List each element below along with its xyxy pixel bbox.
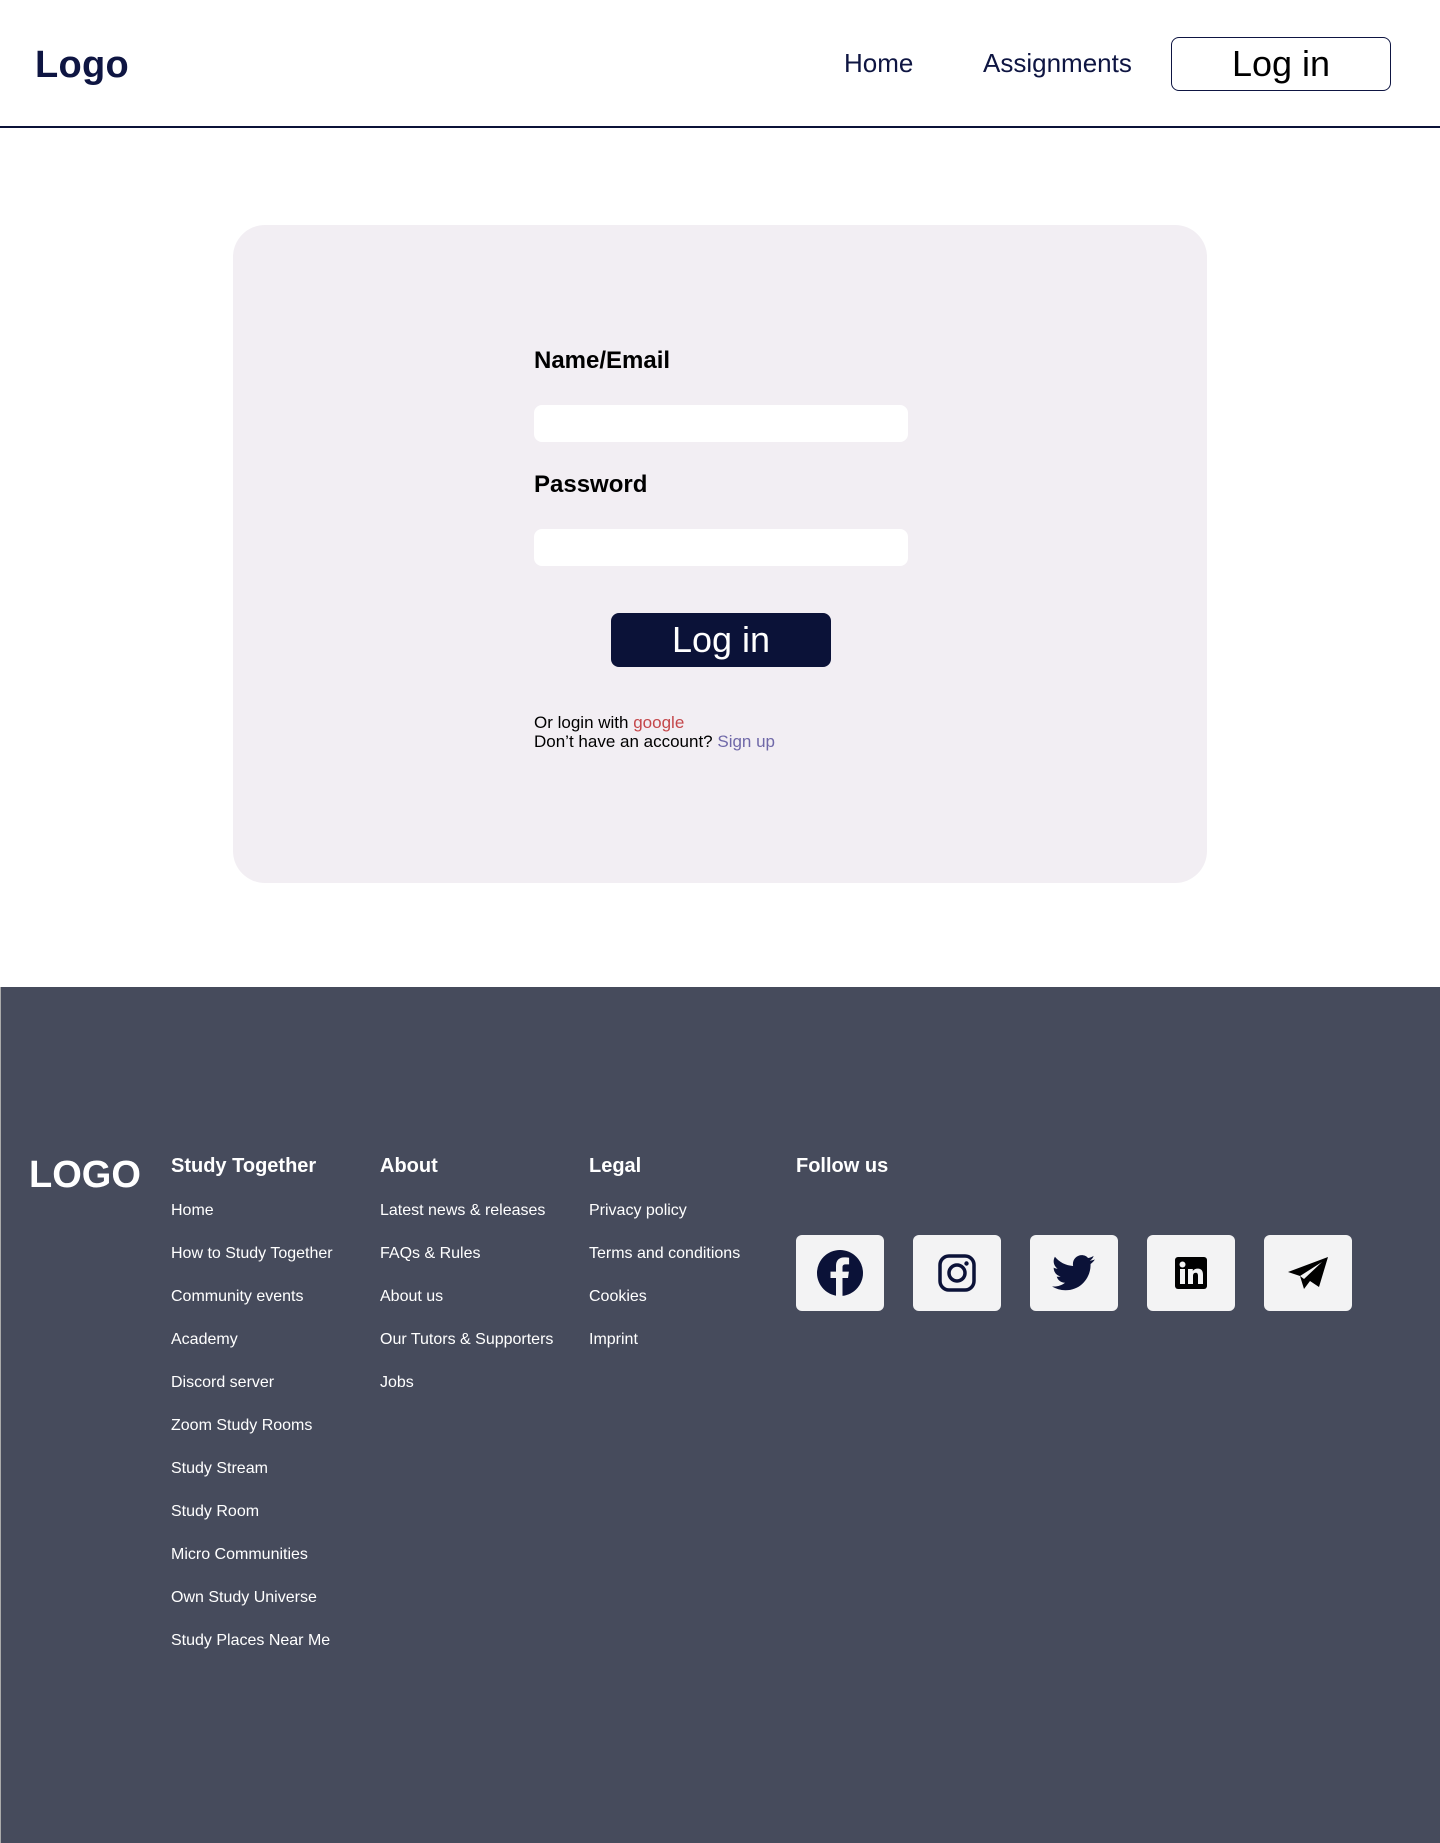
- linkedin-icon: [1175, 1257, 1207, 1289]
- footer-link[interactable]: Privacy policy: [589, 1201, 740, 1244]
- footer-column-title: Study Together: [171, 1155, 317, 1177]
- social-links: [796, 1235, 1352, 1311]
- signup-line: Don’t have an account? Sign up: [534, 732, 775, 751]
- footer-link[interactable]: Discord server: [171, 1373, 333, 1416]
- footer-link[interactable]: Our Tutors & Supporters: [380, 1330, 553, 1373]
- signup-prefix: Don’t have an account?: [534, 732, 713, 751]
- facebook-icon: [817, 1250, 863, 1297]
- google-login-line: Or login with google: [534, 713, 775, 732]
- footer-link[interactable]: Study Places Near Me: [171, 1631, 333, 1674]
- footer-link[interactable]: Own Study Universe: [171, 1588, 333, 1631]
- alternative-login-text: Or login with google Don’t have an accou…: [534, 713, 775, 751]
- instagram-icon: [938, 1254, 976, 1292]
- footer-link[interactable]: Jobs: [380, 1373, 553, 1416]
- footer-link[interactable]: Terms and conditions: [589, 1244, 740, 1287]
- header-logo[interactable]: Logo: [35, 44, 129, 87]
- footer-column-title: Legal: [589, 1155, 642, 1177]
- google-login-prefix: Or login with: [534, 713, 629, 732]
- header-login-button[interactable]: Log in: [1171, 37, 1391, 91]
- footer-link[interactable]: Zoom Study Rooms: [171, 1416, 333, 1459]
- footer-link[interactable]: About us: [380, 1287, 553, 1330]
- footer-link[interactable]: Home: [171, 1201, 333, 1244]
- password-input[interactable]: [534, 529, 908, 566]
- footer-column-follow: Follow us: [796, 1155, 888, 1201]
- telegram-button[interactable]: [1264, 1235, 1352, 1311]
- footer-column-study-together: Study Together Home How to Study Togethe…: [171, 1155, 333, 1674]
- site-header: Logo Home Assignments Log in: [0, 0, 1440, 128]
- telegram-icon: [1288, 1257, 1328, 1289]
- linkedin-button[interactable]: [1147, 1235, 1235, 1311]
- footer-column-legal: Legal Privacy policy Terms and condition…: [589, 1155, 740, 1373]
- footer-logo: LOGO: [29, 1154, 141, 1196]
- footer-column-about: About Latest news & releases FAQs & Rule…: [380, 1155, 553, 1416]
- password-label: Password: [534, 471, 648, 498]
- name-email-label: Name/Email: [534, 347, 671, 374]
- footer-link[interactable]: Micro Communities: [171, 1545, 333, 1588]
- name-email-input[interactable]: [534, 405, 908, 442]
- facebook-button[interactable]: [796, 1235, 884, 1311]
- twitter-button[interactable]: [1030, 1235, 1118, 1311]
- footer-link[interactable]: FAQs & Rules: [380, 1244, 553, 1287]
- login-card: Name/Email Password Log in Or login with…: [233, 225, 1207, 883]
- footer-column-title: About: [380, 1155, 438, 1177]
- footer-link[interactable]: Imprint: [589, 1330, 740, 1373]
- footer-column-title: Follow us: [796, 1155, 889, 1177]
- footer-link[interactable]: Study Room: [171, 1502, 333, 1545]
- signup-link[interactable]: Sign up: [717, 732, 775, 751]
- footer-link[interactable]: Cookies: [589, 1287, 740, 1330]
- twitter-icon: [1052, 1255, 1095, 1291]
- google-login-link[interactable]: google: [633, 713, 684, 732]
- login-submit-button[interactable]: Log in: [611, 613, 831, 667]
- footer-link[interactable]: Community events: [171, 1287, 333, 1330]
- footer-link[interactable]: Study Stream: [171, 1459, 333, 1502]
- footer-link[interactable]: How to Study Together: [171, 1244, 333, 1287]
- instagram-button[interactable]: [913, 1235, 1001, 1311]
- footer-link[interactable]: Academy: [171, 1330, 333, 1373]
- nav-home-link[interactable]: Home: [844, 48, 913, 79]
- nav-assignments-link[interactable]: Assignments: [983, 48, 1132, 79]
- site-footer: LOGO Study Together Home How to Study To…: [0, 987, 1440, 1843]
- footer-link[interactable]: Latest news & releases: [380, 1201, 553, 1244]
